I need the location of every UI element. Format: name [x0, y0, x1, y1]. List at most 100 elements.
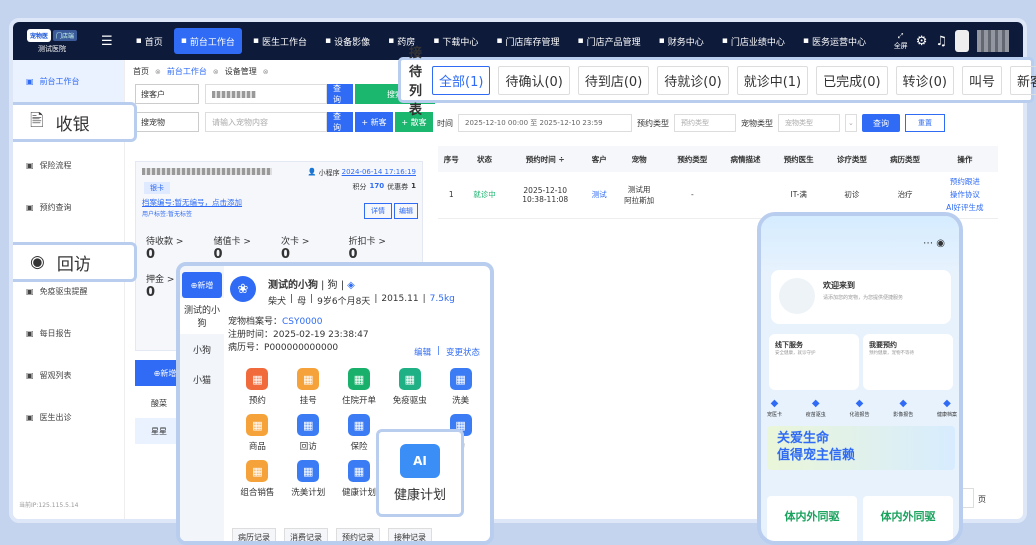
record-button[interactable]: 接种记录 [388, 528, 432, 541]
menu-toggle-icon[interactable]: ☰ [101, 34, 113, 49]
queue-tab[interactable]: 全部(1) [432, 65, 491, 95]
fullscreen-button[interactable]: ⤢ 全屏 [894, 32, 908, 51]
nav-item[interactable]: ▪ 设备影像 [318, 28, 377, 54]
pet-action-item[interactable]: ▦ 回访 [283, 414, 334, 452]
queue-tab[interactable]: 转诊(0) [895, 65, 954, 95]
stat-item[interactable]: 折扣卡 >0 [349, 234, 417, 262]
phone-icon-item[interactable]: ◆ 健康档案 [937, 398, 957, 418]
phone-icon-item[interactable]: ◆ 疫苗驱虫 [806, 398, 826, 418]
pet-action-item[interactable]: ▦ 预约 [232, 368, 283, 406]
nav-item[interactable]: ▪ 财务中心 [652, 28, 711, 54]
avatar[interactable] [955, 30, 969, 52]
detail-button[interactable]: 详情 [364, 203, 392, 219]
column-header[interactable]: 病历类型 [878, 146, 932, 172]
queue-tab[interactable]: 已完成(0) [816, 65, 888, 95]
filter-reset-button[interactable]: 重置 [905, 114, 945, 132]
queue-tab[interactable]: 待到店(0) [577, 65, 650, 95]
nav-item[interactable]: ▪ 医务运营中心 [796, 28, 873, 54]
filter-query-button[interactable]: 查询 [862, 114, 900, 132]
promo-banner[interactable]: 关爱生命 值得宠主信赖 [767, 426, 955, 470]
column-header[interactable]: 预约医生 [772, 146, 826, 172]
stat-item[interactable]: 次卡 >0 [281, 234, 349, 262]
offline-service-card[interactable]: 线下服务 安全健康，就诊守护 [769, 334, 859, 390]
close-icon[interactable]: ⊗ [155, 68, 161, 76]
customer-search-input[interactable] [205, 84, 327, 104]
pet-weight[interactable]: 7.5kg [430, 294, 455, 307]
nav-item[interactable]: ▪ 前台工作台 [173, 28, 242, 54]
promo-card[interactable]: 体内外同驱 [767, 496, 857, 541]
column-header[interactable]: 客户 [585, 146, 613, 172]
row-action-link[interactable]: 操作协议 [932, 188, 998, 201]
column-header[interactable]: 预约类型 [665, 146, 719, 172]
nav-item[interactable]: ▪ 门店产品管理 [571, 28, 648, 54]
close-icon[interactable]: ⊗ [263, 68, 269, 76]
clinic-logo[interactable]: 宠物医 门店端 测试医院 [27, 22, 77, 60]
nav-item[interactable]: ▪ 下载中心 [426, 28, 485, 54]
pet-query-button[interactable]: 查询 [327, 112, 353, 132]
pet-popup-new-button[interactable]: ⊕新增 [182, 272, 222, 298]
phone-icon-item[interactable]: ◆ 宠医卡 [767, 398, 782, 418]
expand-icon[interactable]: ⌄ [845, 114, 857, 132]
followup-callout[interactable]: ◉ 回访 [13, 242, 137, 282]
nav-item[interactable]: ▪ 门店库存管理 [489, 28, 566, 54]
customer-query-button[interactable]: 查询 [327, 84, 353, 104]
phone-icon-item[interactable]: ◆ 化验报告 [849, 398, 869, 418]
new-customer-button[interactable]: + 新客 [355, 112, 393, 132]
pet-action-item[interactable]: ▦ 挂号 [283, 368, 334, 406]
pet-search-input[interactable]: 请输入宠物内容 [205, 112, 327, 132]
nav-item[interactable]: ▪ 门店业绩中心 [715, 28, 792, 54]
column-header[interactable]: 状态 [464, 146, 505, 172]
pet-action-item[interactable]: ▦ 商品 [232, 414, 283, 452]
pet-action-item[interactable]: ▦ 组合销售 [232, 460, 283, 498]
stat-item[interactable]: 储值卡 >0 [214, 234, 282, 262]
nav-item[interactable]: ▪ 医生工作台 [246, 28, 314, 54]
breadcrumb-item[interactable]: 前台工作台 [167, 66, 207, 77]
sidebar-item[interactable]: ▣ 医生出诊 [13, 396, 124, 438]
file-number-link[interactable]: 档案编号:暂无编号，点击添加 [142, 197, 242, 208]
column-header[interactable]: 序号 [438, 146, 465, 172]
appointment-card[interactable]: 我要预约 预约健康，宠物不等待 [863, 334, 953, 390]
promo-card[interactable]: 体内外同驱 [863, 496, 953, 541]
record-button[interactable]: 消费记录 [284, 528, 328, 541]
record-button[interactable]: 预约记录 [336, 528, 380, 541]
queue-tab[interactable]: 叫号 [961, 65, 1002, 95]
customer-search-type[interactable]: 搜客户 [135, 84, 199, 104]
breadcrumb-item[interactable]: 首页 [133, 66, 149, 77]
row-action-link[interactable]: 预约跟进 [932, 175, 998, 188]
column-header[interactable]: 操作 [931, 146, 998, 172]
health-plan-callout[interactable]: AI 健康计划 [376, 429, 464, 517]
column-header[interactable]: 宠物 [612, 146, 666, 172]
queue-tab[interactable]: 待就诊(0) [657, 65, 729, 95]
pet-action-item[interactable]: ▦ 住院开单 [334, 368, 385, 406]
sidebar-item[interactable]: ▣ 前台工作台 [13, 60, 124, 102]
column-header[interactable]: 诊疗类型 [825, 146, 879, 172]
pet-type-select[interactable]: 宠物类型 [778, 114, 840, 132]
stat-item[interactable]: 待收款 >0 [146, 234, 214, 262]
pager-input[interactable] [962, 488, 974, 508]
pet-edit-link[interactable]: 编辑 [414, 346, 431, 358]
pet-status-link[interactable]: 变更状态 [446, 346, 480, 358]
bell-icon[interactable]: ♫ [935, 34, 947, 49]
sidebar-item[interactable]: ▣ 留观列表 [13, 354, 124, 396]
user-tag-link[interactable]: 用户标签:暂无标签 [142, 209, 192, 218]
pet-action-item[interactable]: ▦ 洗美计划 [283, 460, 334, 498]
cashier-callout[interactable]: 🖹 收银 [13, 102, 137, 142]
pet-action-item[interactable]: ▦ 洗美 [435, 368, 486, 406]
pet-search-type[interactable]: 搜宠物 [135, 112, 199, 132]
column-header[interactable]: 预约时间 ÷ [504, 146, 586, 172]
queue-tab[interactable]: 新客列表 [1009, 65, 1036, 95]
settings-icon[interactable]: ⚙ [916, 34, 928, 49]
column-header[interactable]: 病情描述 [718, 146, 773, 172]
close-icon[interactable]: ⊗ [213, 68, 219, 76]
sidebar-item[interactable]: ▣ 每日报告 [13, 312, 124, 354]
phone-menu-icon[interactable]: ⋯ ◉ [923, 238, 945, 249]
sidebar-item[interactable]: ▣ 保险流程 [13, 144, 124, 186]
breadcrumb-item[interactable]: 设备管理 [225, 66, 257, 77]
edit-button[interactable]: 编辑 [394, 203, 418, 219]
appt-type-select[interactable]: 预约类型 [674, 114, 736, 132]
sidebar-item[interactable]: ▣ 预约查询 [13, 186, 124, 228]
record-button[interactable]: 病历记录 [232, 528, 276, 541]
pet-side-item[interactable]: 测试的小狗 [180, 298, 224, 334]
queue-tab[interactable]: 就诊中(1) [736, 65, 809, 95]
phone-icon-item[interactable]: ◆ 影像报告 [893, 398, 913, 418]
